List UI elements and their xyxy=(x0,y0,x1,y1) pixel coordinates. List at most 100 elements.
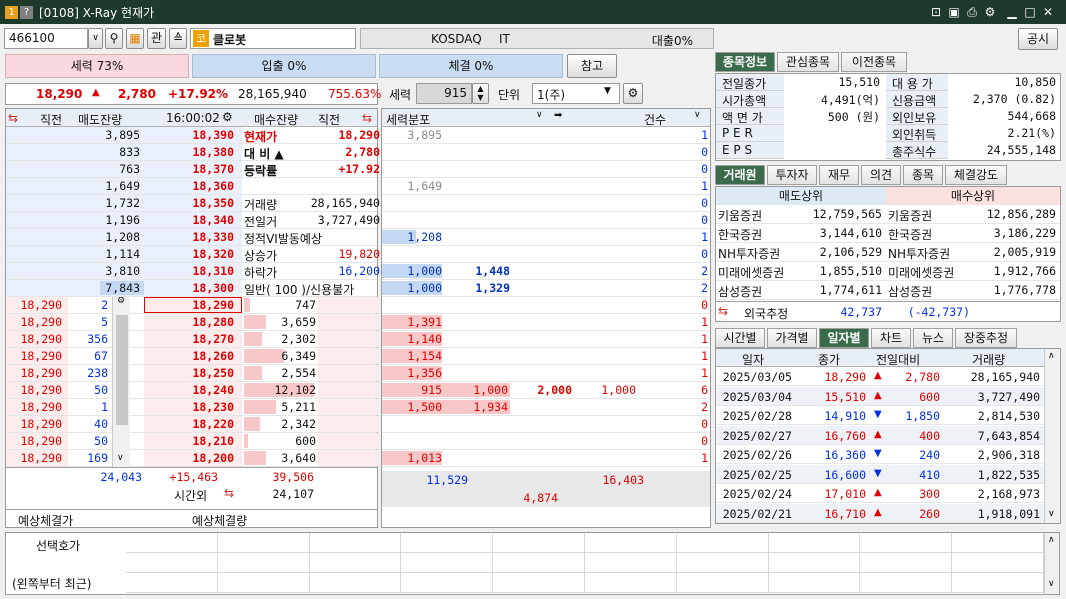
buy-broker-name[interactable]: NH투자증권 xyxy=(888,245,950,262)
settings-gear-icon[interactable]: ⚙ xyxy=(623,83,643,104)
hoga-cell[interactable] xyxy=(585,553,677,573)
hoga-button[interactable]: 관 xyxy=(147,28,166,49)
bid-price[interactable]: 18,280 xyxy=(144,315,234,329)
ask-price[interactable]: 18,370 xyxy=(144,162,234,176)
tick-gear-icon[interactable]: ⚙ xyxy=(117,297,125,306)
tick-scrollbar[interactable]: ⚙ ∨ xyxy=(112,297,130,467)
bid-price[interactable]: 18,260 xyxy=(144,349,234,363)
sell-broker-name[interactable]: 한국증권 xyxy=(718,226,762,243)
ask-price[interactable]: 18,340 xyxy=(144,213,234,227)
hoga-cell[interactable] xyxy=(309,553,402,573)
hoga-cell[interactable] xyxy=(401,573,494,593)
hoga-cell[interactable] xyxy=(217,573,310,593)
bottom-scroll-down-icon[interactable]: ∨ xyxy=(1048,579,1055,589)
bid-price[interactable]: 18,250 xyxy=(144,366,234,380)
tab-by-price[interactable]: 가격별 xyxy=(767,328,817,348)
search-icon[interactable]: ⚲ xyxy=(105,28,123,49)
tab-broker[interactable]: 거래원 xyxy=(715,165,765,185)
tab-finance[interactable]: 재무 xyxy=(819,165,859,185)
buy-broker-name[interactable]: 미래에셋증권 xyxy=(888,264,954,281)
gear-icon[interactable]: ⚙ xyxy=(982,4,998,20)
hoga-cell[interactable] xyxy=(676,533,769,553)
hoga-cell[interactable] xyxy=(493,573,585,593)
buy-broker-name[interactable]: 한국증권 xyxy=(888,226,932,243)
tab-previous[interactable]: 이전종목 xyxy=(841,52,907,72)
ask-price[interactable]: 18,330 xyxy=(144,230,234,244)
force-spinner[interactable]: ▲ ▼ xyxy=(472,83,489,104)
bid-price[interactable]: 18,200 xyxy=(144,451,234,465)
dist-dropdown-icon[interactable]: ∨ xyxy=(536,110,543,120)
hoga-cell[interactable] xyxy=(768,573,861,593)
daily-scrollbar[interactable]: ∧ ∨ xyxy=(1044,349,1060,523)
hoga-cell[interactable] xyxy=(493,533,585,553)
hoga-cell[interactable] xyxy=(493,553,585,573)
hoga-cell[interactable] xyxy=(952,573,1044,593)
next-arrow-icon[interactable]: ➡ xyxy=(554,110,562,121)
scroll-down-icon[interactable]: ∨ xyxy=(1048,509,1055,519)
swap-icon[interactable]: ⇆ xyxy=(8,111,18,125)
force-value-input[interactable]: 915 xyxy=(416,83,472,104)
sell-broker-name[interactable]: NH투자증권 xyxy=(718,245,780,262)
reference-button[interactable]: 참고 xyxy=(567,54,617,78)
ask-price[interactable]: 18,360 xyxy=(144,179,234,193)
print-icon[interactable]: ⎙ xyxy=(964,4,980,20)
hoga-cell[interactable] xyxy=(952,553,1044,573)
tab-chart[interactable]: 차트 xyxy=(871,328,911,348)
tab-opinion[interactable]: 의견 xyxy=(861,165,901,185)
bid-price[interactable]: 18,270 xyxy=(144,332,234,346)
hoga-cell[interactable] xyxy=(126,533,218,553)
sell-broker-name[interactable]: 키움증권 xyxy=(718,207,762,224)
hoga-cell[interactable] xyxy=(401,533,494,553)
bid-price[interactable]: 18,220 xyxy=(144,417,234,431)
ask-price[interactable]: 18,320 xyxy=(144,247,234,261)
buy-broker-name[interactable]: 키움증권 xyxy=(888,207,932,224)
hoga-cell[interactable] xyxy=(860,533,953,553)
ask-price[interactable]: 18,380 xyxy=(144,145,234,159)
ask-price[interactable]: 18,310 xyxy=(144,264,234,278)
hoga-cell[interactable] xyxy=(676,553,769,573)
tab-stock-info[interactable]: 종목정보 xyxy=(715,52,775,72)
book-gear-icon[interactable]: ⚙ xyxy=(222,110,233,124)
maximize-icon[interactable]: □ xyxy=(1022,4,1038,20)
unit-dropdown-icon[interactable]: ▼ xyxy=(604,86,611,96)
notice-button[interactable]: 공시 xyxy=(1018,28,1058,50)
bid-price[interactable]: 18,230 xyxy=(144,400,234,414)
ask-price[interactable]: 18,390 xyxy=(144,128,234,142)
sell-broker-name[interactable]: 미래에셋증권 xyxy=(718,264,784,281)
hoga-cell[interactable] xyxy=(860,553,953,573)
bid-price[interactable]: 18,240 xyxy=(144,383,234,397)
hoga-cell[interactable] xyxy=(126,573,218,593)
hoga-cell[interactable] xyxy=(860,573,953,593)
code-dropdown-icon[interactable]: ∨ xyxy=(88,28,103,49)
ask-price[interactable]: 18,350 xyxy=(144,196,234,210)
bid-price[interactable]: 18,290 xyxy=(144,298,234,312)
bid-price[interactable]: 18,210 xyxy=(144,434,234,448)
hoga-cell[interactable] xyxy=(401,553,494,573)
link-icon[interactable]: ▣ xyxy=(946,4,962,20)
hoga-cell[interactable] xyxy=(217,533,310,553)
hoga-cell[interactable] xyxy=(217,553,310,573)
hoga-cell[interactable] xyxy=(952,533,1044,553)
help-icon[interactable]: ? xyxy=(20,5,33,19)
hoga-cell[interactable] xyxy=(676,573,769,593)
tick-scroll-thumb[interactable] xyxy=(116,315,128,425)
ask-price[interactable]: 18,300 xyxy=(144,281,234,295)
tab-exec-strength[interactable]: 체결강도 xyxy=(945,165,1007,185)
hoga-cell[interactable] xyxy=(309,573,402,593)
pin-icon[interactable]: ⊡ xyxy=(928,4,944,20)
sell-broker-name[interactable]: 삼성증권 xyxy=(718,283,762,300)
tab-by-date[interactable]: 일자별 xyxy=(819,328,869,348)
scroll-up-icon[interactable]: ∧ xyxy=(1048,351,1055,361)
calendar-icon[interactable]: ▦ xyxy=(126,28,144,49)
hoga-cell[interactable] xyxy=(126,553,218,573)
tab-investor[interactable]: 투자자 xyxy=(767,165,817,185)
tab-stock[interactable]: 종목 xyxy=(903,165,943,185)
count-dropdown-icon[interactable]: ∨ xyxy=(694,110,701,120)
stock-code-input[interactable]: 466100 xyxy=(4,28,88,49)
tab-watchlist[interactable]: 관심종목 xyxy=(777,52,839,72)
foreign-swap-icon[interactable]: ⇆ xyxy=(718,304,728,318)
hoga-cell[interactable] xyxy=(768,533,861,553)
hoga-cell[interactable] xyxy=(309,533,402,553)
bottom-scrollbar[interactable]: ∧ ∨ xyxy=(1044,533,1059,594)
tab-intraday-est[interactable]: 장중추정 xyxy=(955,328,1017,348)
